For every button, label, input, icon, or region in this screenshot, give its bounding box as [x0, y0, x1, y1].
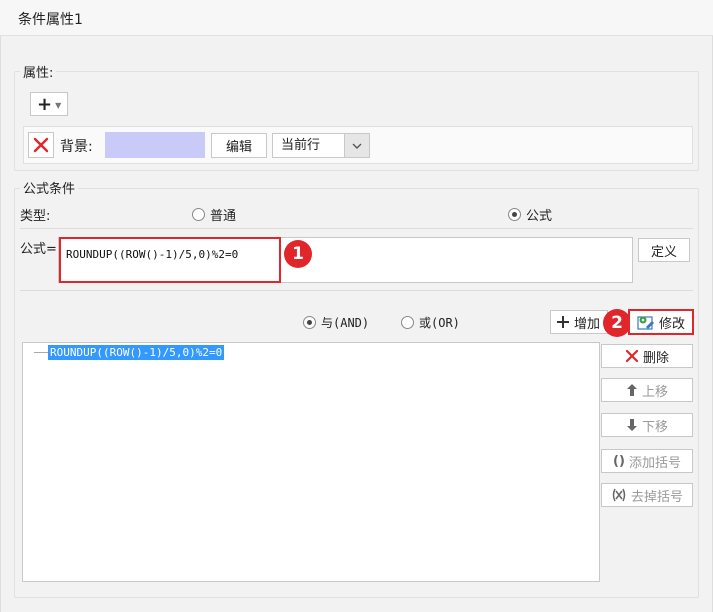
formula-label: 公式= — [20, 242, 57, 257]
condition-list-item[interactable]: ROUNDUP((ROW()-1)/5,0)%2=0 — [48, 345, 225, 360]
close-icon — [33, 137, 49, 153]
add-condition-label: 增加 — [574, 316, 601, 332]
type-normal-label: 普通 — [210, 209, 237, 224]
plus-icon — [556, 315, 570, 329]
modify-condition-label: 修改 — [658, 316, 685, 332]
modify-condition-button[interactable]: 修改 — [628, 309, 694, 335]
logic-and-label: 与(AND) — [321, 316, 370, 330]
tree-connector — [34, 352, 48, 353]
remove-parenthesis-icon — [611, 488, 627, 502]
edit-button[interactable]: 编辑 — [211, 133, 267, 158]
background-label: 背景: — [60, 139, 93, 155]
move-down-button[interactable]: 下移 — [601, 413, 693, 437]
chevron-down-icon[interactable] — [344, 134, 369, 157]
radio-or[interactable] — [401, 316, 414, 329]
type-formula-label: 公式 — [526, 209, 553, 224]
move-up-label: 上移 — [641, 384, 668, 400]
arrow-up-icon — [626, 383, 638, 397]
logic-or-radio[interactable]: 或(OR) — [401, 314, 460, 331]
formula-condition-group-label: 公式条件 — [20, 178, 79, 197]
plus-icon: + — [37, 93, 53, 115]
delete-label: 删除 — [642, 350, 669, 366]
radio-formula[interactable] — [508, 208, 521, 221]
remove-parenthesis-button[interactable]: 去掉括号 — [601, 483, 693, 507]
title-bar — [0, 0, 713, 36]
type-divider — [20, 228, 693, 229]
move-up-button[interactable]: 上移 — [601, 378, 693, 402]
arrow-down-icon — [626, 418, 638, 432]
condition-list[interactable] — [22, 342, 600, 582]
add-condition-button[interactable]: 增加 — [550, 310, 608, 334]
define-button[interactable]: 定义 — [638, 238, 690, 262]
gear-edit-icon — [637, 314, 655, 330]
parenthesis-icon: () — [613, 453, 625, 469]
annotation-badge-1: 1 — [284, 240, 312, 268]
logic-or-label: 或(OR) — [419, 316, 460, 330]
window-title: 条件属性1 — [18, 12, 83, 28]
formula-input-value: ROUNDUP((ROW()-1)/5,0)%2=0 — [66, 248, 239, 261]
remove-parenthesis-label: 去掉括号 — [630, 489, 683, 505]
scope-select-value: 当前行 — [281, 138, 321, 153]
delete-button[interactable]: 删除 — [601, 344, 693, 368]
type-normal-radio[interactable]: 普通 — [192, 205, 236, 224]
add-property-button[interactable]: + ▼ — [30, 92, 68, 116]
scope-select[interactable]: 当前行 — [272, 133, 370, 158]
radio-and[interactable] — [303, 316, 316, 329]
add-parenthesis-label: 添加括号 — [628, 455, 681, 471]
radio-normal[interactable] — [192, 208, 205, 221]
property-group-label: 属性: — [20, 62, 57, 81]
type-formula-radio[interactable]: 公式 — [508, 205, 552, 224]
formula-divider — [20, 290, 693, 291]
close-icon — [625, 349, 639, 363]
background-color-swatch[interactable] — [105, 132, 205, 158]
logic-and-radio[interactable]: 与(AND) — [303, 314, 369, 331]
remove-property-button[interactable] — [28, 132, 54, 158]
annotation-badge-2: 2 — [603, 309, 631, 337]
dropdown-arrow-icon: ▼ — [55, 101, 62, 110]
move-down-label: 下移 — [641, 419, 668, 435]
add-parenthesis-button[interactable]: () 添加括号 — [601, 449, 693, 473]
type-label: 类型: — [20, 209, 51, 224]
